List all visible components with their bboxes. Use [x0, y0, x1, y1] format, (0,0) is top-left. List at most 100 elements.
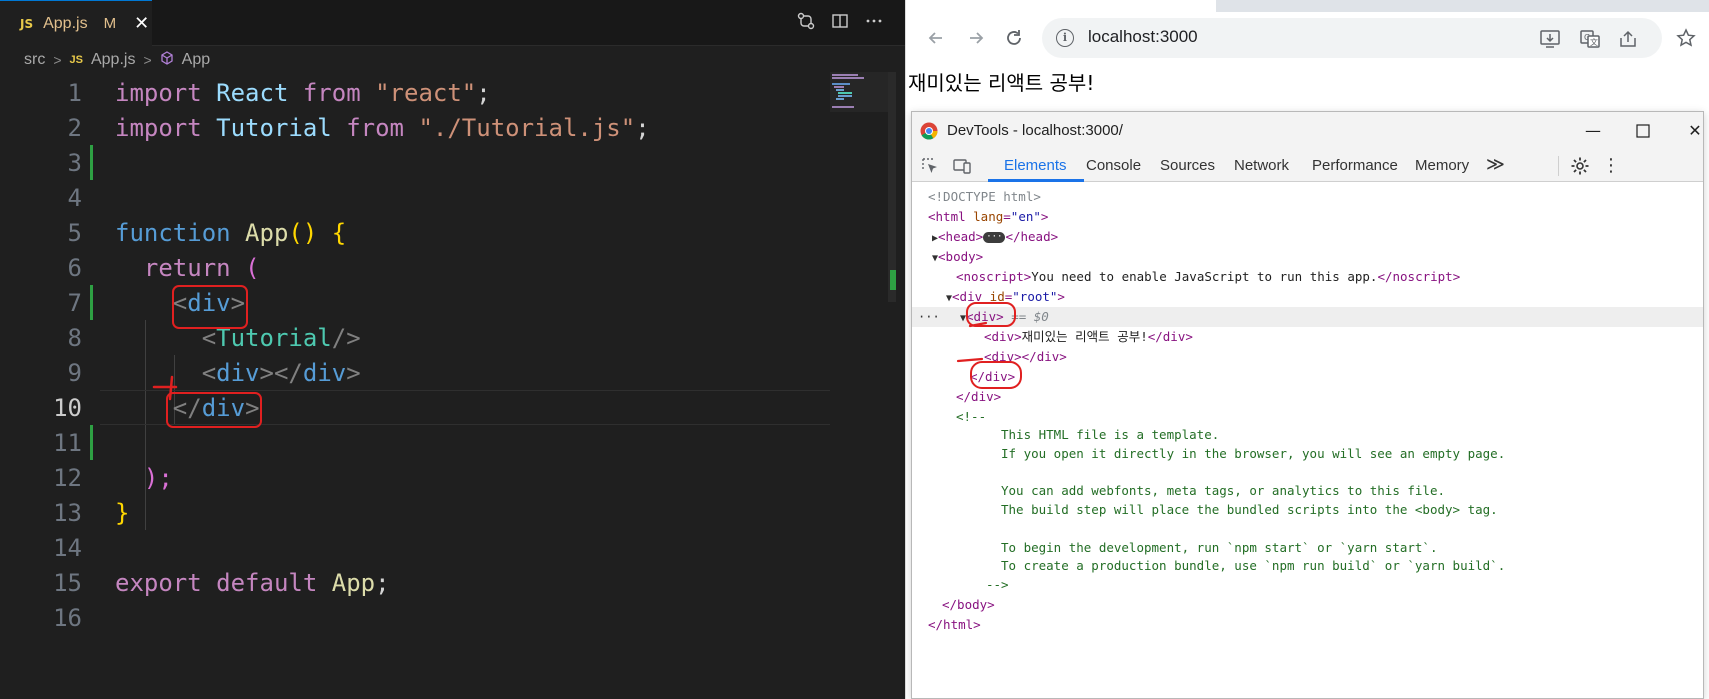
chevron-right-icon: > — [143, 52, 152, 68]
code-line[interactable]: 7 <div> — [0, 285, 830, 320]
tab-network[interactable]: Network — [1234, 157, 1289, 174]
browser-tab-strip — [906, 0, 1709, 12]
bookmark-star-icon[interactable] — [1674, 26, 1698, 50]
browser-window: i localhost:3000 G文 재미있는 리액트 공부! DevTool… — [905, 0, 1709, 699]
close-icon[interactable]: ✕ — [1684, 120, 1706, 142]
gear-icon[interactable] — [1570, 156, 1590, 180]
back-arrow-icon[interactable] — [924, 26, 948, 50]
tab-modified-status: M — [103, 15, 117, 32]
editor-scrollbar[interactable] — [888, 72, 896, 302]
code-line[interactable]: 16 — [0, 600, 830, 635]
tab-filename: App.js — [43, 14, 88, 32]
kebab-menu-icon[interactable]: ⋮ — [1602, 155, 1620, 176]
install-app-icon[interactable] — [1540, 30, 1560, 52]
code-line-current[interactable]: 10 </div> — [0, 390, 830, 425]
share-icon[interactable] — [1618, 30, 1638, 52]
dom-node[interactable]: <noscript>You need to enable JavaScript … — [912, 267, 1703, 287]
toolbar-divider — [1558, 156, 1559, 176]
browser-tab[interactable] — [1216, 0, 1709, 12]
breadcrumb-symbol[interactable]: App — [182, 51, 210, 69]
line-number: 4 — [67, 183, 82, 212]
annotation-stroke — [152, 375, 178, 401]
split-editor-icon[interactable] — [831, 12, 849, 30]
collapsed-content-chip[interactable]: ··· — [983, 232, 1006, 243]
code-line[interactable]: 13 } — [0, 495, 830, 530]
dom-node[interactable]: ▶<head> ··· </head> — [912, 227, 1703, 247]
forward-arrow-icon[interactable] — [964, 26, 988, 50]
devtools-tabbar: Elements Console Sources Network Perform… — [912, 150, 1703, 182]
tab-sources[interactable]: Sources — [1160, 157, 1215, 174]
line-number: 1 — [67, 78, 82, 107]
editor-tab-bar: JS App.js M ✕ — [0, 0, 905, 46]
dom-node[interactable]: </div> — [912, 387, 1703, 407]
dom-comment[interactable]: <!-- — [912, 407, 1703, 427]
address-bar[interactable]: i localhost:3000 G文 — [1042, 18, 1662, 58]
dom-comment: This HTML file is a template. — [1001, 427, 1220, 442]
js-file-icon: JS — [20, 16, 34, 31]
browser-tab[interactable] — [906, 0, 1216, 12]
more-tabs-icon[interactable]: ≫ — [1486, 154, 1505, 175]
maximize-icon[interactable] — [1632, 120, 1654, 142]
active-tab-indicator — [988, 179, 1084, 182]
code-line[interactable]: 4 — [0, 180, 830, 215]
code-line[interactable]: 6 return ( — [0, 250, 830, 285]
git-added-marker — [90, 145, 93, 180]
code-line[interactable]: 14 — [0, 530, 830, 565]
code-line[interactable]: 9 <div></div> — [0, 355, 830, 390]
code-line[interactable]: 3 — [0, 145, 830, 180]
dom-node[interactable]: <html lang="en"> — [912, 207, 1703, 227]
line-number: 3 — [67, 148, 82, 177]
minimap[interactable] — [830, 72, 890, 112]
line-number: 11 — [53, 428, 82, 457]
scrollbar-change-marker — [890, 270, 896, 290]
devtools-title: DevTools - localhost:3000/ — [947, 122, 1123, 139]
device-toolbar-icon[interactable] — [952, 156, 972, 176]
breadcrumb-file[interactable]: App.js — [91, 51, 135, 69]
dom-node[interactable]: ▼<body> — [912, 247, 1703, 267]
tab-memory[interactable]: Memory — [1415, 157, 1469, 174]
breadcrumb: src > JS App.js > App — [24, 48, 210, 72]
annotation-stroke — [956, 321, 988, 363]
dom-comment: To begin the development, run `npm start… — [1001, 540, 1438, 555]
tab-elements[interactable]: Elements — [1004, 157, 1067, 174]
row-actions-icon[interactable]: ··· — [918, 307, 940, 327]
code-line[interactable]: 8 <Tutorial/> — [0, 320, 830, 355]
inspect-element-icon[interactable] — [920, 156, 940, 176]
line-number: 13 — [53, 498, 82, 527]
code-line[interactable]: 2 import Tutorial from "./Tutorial.js"; — [0, 110, 830, 145]
dom-comment: To create a production bundle, use `npm … — [1001, 558, 1506, 573]
tab-performance[interactable]: Performance — [1312, 157, 1398, 174]
minimize-icon[interactable]: — — [1582, 120, 1604, 142]
svg-text:文: 文 — [1590, 37, 1598, 47]
code-line[interactable]: 5 function App() { — [0, 215, 830, 250]
open-changes-icon[interactable] — [797, 12, 815, 30]
dom-node[interactable]: </body> — [912, 595, 1703, 615]
code-line[interactable]: 1 import React from "react"; — [0, 75, 830, 110]
code-line[interactable]: 12 ); — [0, 460, 830, 495]
git-added-marker — [90, 285, 93, 320]
devtools-window: DevTools - localhost:3000/ — ✕ Elements … — [911, 111, 1704, 699]
code-area[interactable]: 1 import React from "react"; 2 import Tu… — [0, 75, 830, 635]
line-number: 8 — [67, 323, 82, 352]
tab-app-js[interactable]: JS App.js M ✕ — [0, 0, 152, 46]
dom-node[interactable]: </html> — [912, 615, 1703, 635]
translate-icon[interactable]: G文 — [1580, 30, 1600, 52]
code-line[interactable]: 15 export default App; — [0, 565, 830, 600]
line-number: 5 — [67, 218, 82, 247]
reload-icon[interactable] — [1002, 26, 1026, 50]
dom-node[interactable]: <!DOCTYPE html> — [912, 187, 1703, 207]
vscode-editor: JS App.js M ✕ src > JS App.js > App 1 im… — [0, 0, 905, 699]
code-line[interactable]: 11 — [0, 425, 830, 460]
line-number: 9 — [67, 358, 82, 387]
dom-comment: --> — [986, 577, 1009, 592]
devtools-titlebar: DevTools - localhost:3000/ — ✕ — [912, 112, 1703, 150]
close-icon[interactable]: ✕ — [134, 13, 149, 34]
site-info-icon[interactable]: i — [1056, 29, 1074, 47]
tab-console[interactable]: Console — [1086, 157, 1141, 174]
breadcrumb-folder[interactable]: src — [24, 51, 45, 69]
editor-actions — [797, 12, 883, 30]
elements-panel[interactable]: <!DOCTYPE html> <html lang="en"> ▶<head>… — [912, 183, 1703, 698]
more-actions-icon[interactable] — [865, 12, 883, 30]
line-number: 10 — [53, 393, 82, 422]
url-text: localhost:3000 — [1088, 27, 1198, 46]
